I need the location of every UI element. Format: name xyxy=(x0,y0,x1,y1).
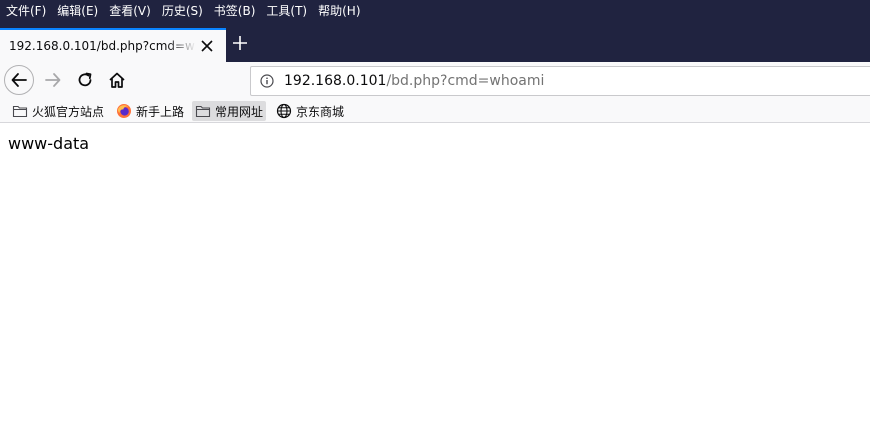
menu-bookmarks[interactable]: 书签(B) xyxy=(208,0,261,22)
url-bar[interactable]: 192.168.0.101/bd.php?cmd=whoami xyxy=(250,66,870,96)
folder-icon xyxy=(12,105,28,118)
url-text[interactable]: 192.168.0.101/bd.php?cmd=whoami xyxy=(284,73,544,89)
back-button[interactable] xyxy=(4,65,34,95)
url-host: 192.168.0.101 xyxy=(284,73,387,89)
new-tab-plus-icon[interactable] xyxy=(231,34,249,52)
menu-bar: 文件(F) 编辑(E) 查看(V) 历史(S) 书签(B) 工具(T) 帮助(H… xyxy=(0,0,870,22)
home-icon[interactable] xyxy=(108,71,126,89)
menu-help[interactable]: 帮助(H) xyxy=(312,0,365,22)
tab-active[interactable]: 192.168.0.101/bd.php?cmd=whoami xyxy=(0,28,226,62)
menu-view[interactable]: 查看(V) xyxy=(103,0,156,22)
menu-tools[interactable]: 工具(T) xyxy=(260,0,312,22)
back-arrow-icon xyxy=(11,73,27,87)
folder-icon xyxy=(195,105,211,118)
browser-window: 文件(F) 编辑(E) 查看(V) 历史(S) 书签(B) 工具(T) 帮助(H… xyxy=(0,0,870,435)
bookmark-getting-started[interactable]: 新手上路 xyxy=(113,101,187,121)
page-content: www-data xyxy=(0,124,870,435)
menu-file[interactable]: 文件(F) xyxy=(0,0,51,22)
bookmark-common-sites[interactable]: 常用网址 xyxy=(192,101,267,121)
bookmark-label: 常用网址 xyxy=(215,104,264,119)
tab-strip: 192.168.0.101/bd.php?cmd=whoami xyxy=(0,22,870,62)
bookmark-label: 新手上路 xyxy=(136,104,185,119)
nav-bar: 192.168.0.101/bd.php?cmd=whoami xyxy=(0,62,870,99)
bookmark-jd-mall[interactable]: 京东商城 xyxy=(273,101,347,121)
command-output: www-data xyxy=(8,134,90,153)
bookmark-label: 京东商城 xyxy=(296,104,345,119)
forward-arrow-icon[interactable] xyxy=(44,71,62,89)
menu-history[interactable]: 历史(S) xyxy=(156,0,208,22)
reload-icon[interactable] xyxy=(76,71,94,89)
close-icon[interactable] xyxy=(200,39,214,53)
url-path: /bd.php?cmd=whoami xyxy=(386,73,545,89)
info-icon[interactable] xyxy=(260,74,274,88)
bookmarks-toolbar: 火狐官方站点 新手上路 常用网址 京东商城 xyxy=(0,99,870,123)
tab-title: 192.168.0.101/bd.php?cmd=whoami xyxy=(9,39,196,53)
firefox-icon xyxy=(117,104,131,118)
bookmark-firefox-official[interactable]: 火狐官方站点 xyxy=(9,101,107,121)
globe-icon xyxy=(276,103,292,119)
menu-edit[interactable]: 编辑(E) xyxy=(51,0,103,22)
bookmark-label: 火狐官方站点 xyxy=(32,104,105,119)
